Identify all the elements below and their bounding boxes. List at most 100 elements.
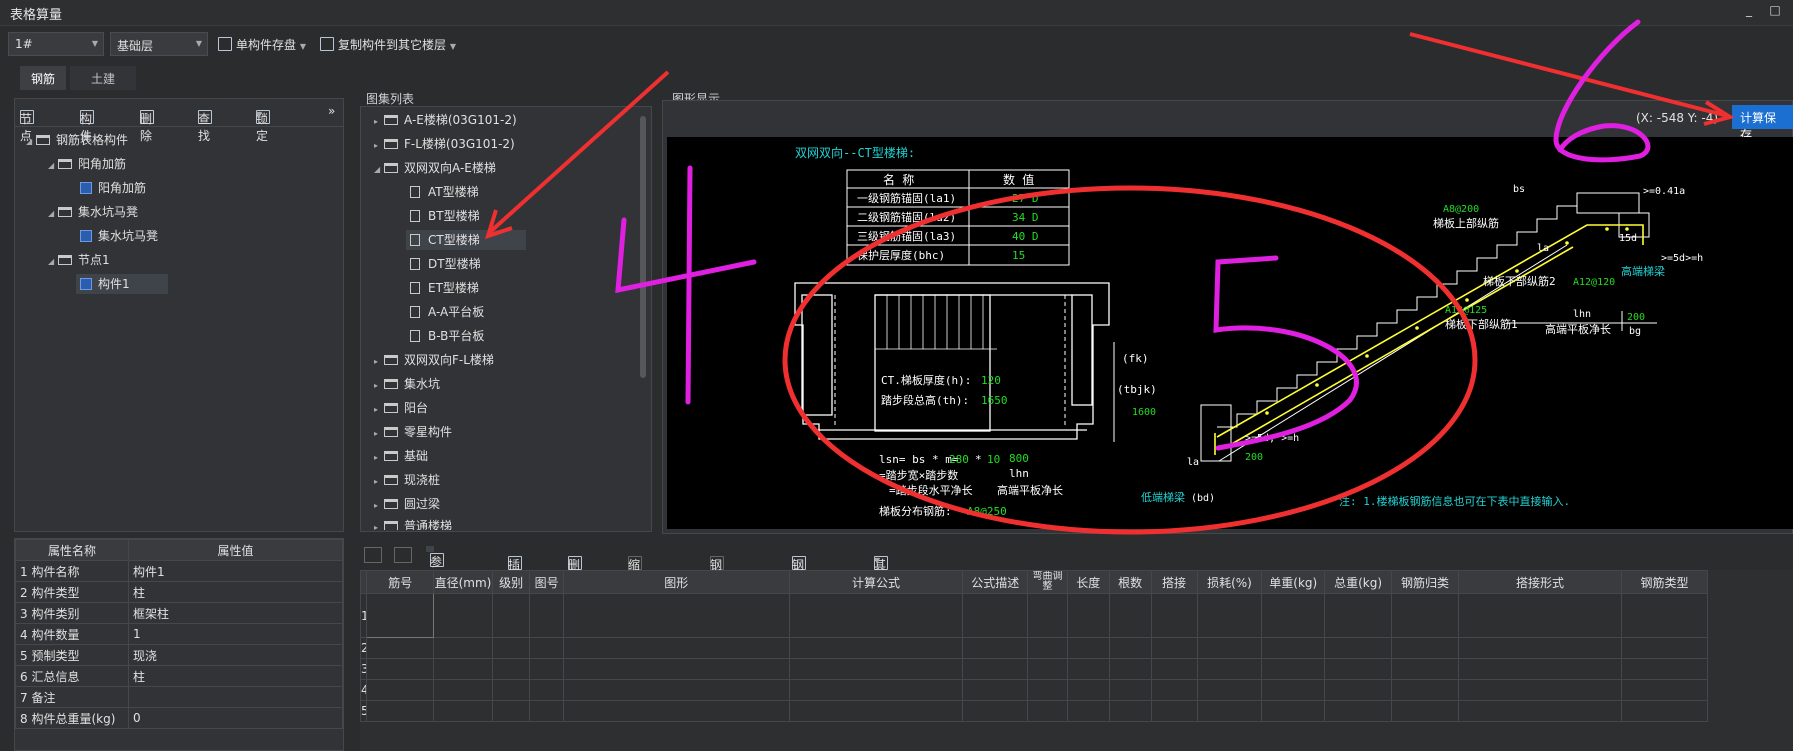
- grid-cell[interactable]: [1457, 679, 1623, 701]
- grid-cell[interactable]: [1027, 679, 1068, 701]
- grid-cell[interactable]: [1150, 700, 1198, 722]
- prop-value[interactable]: 柱: [128, 581, 343, 603]
- atlas-item[interactable]: B-B平台板: [410, 326, 484, 346]
- grid-cell[interactable]: [1066, 658, 1110, 680]
- grid-col-header[interactable]: 总重(kg): [1324, 570, 1393, 594]
- grid-cell[interactable]: [1324, 679, 1393, 701]
- grid-cell[interactable]: [1196, 700, 1263, 722]
- tree-item-sump-chair[interactable]: 集水坑马凳: [80, 226, 158, 246]
- tab-rebar[interactable]: 钢筋: [20, 66, 66, 90]
- grid-cell[interactable]: [1621, 658, 1708, 680]
- grid-cell[interactable]: [529, 658, 564, 680]
- grid-cell[interactable]: [529, 637, 564, 659]
- tree-group-node1[interactable]: ◢ 节点1: [48, 250, 110, 270]
- atlas-item[interactable]: ▸ 普通楼梯: [374, 516, 452, 530]
- prop-row[interactable]: 3 构件类别 框架柱: [15, 602, 343, 624]
- grid-cell[interactable]: [788, 658, 964, 680]
- prop-value[interactable]: 1: [128, 623, 343, 645]
- grid-cell[interactable]: [1066, 593, 1110, 638]
- calc-save-button[interactable]: 计算保存: [1732, 105, 1793, 142]
- grid-cell[interactable]: [433, 593, 493, 638]
- grid-cell[interactable]: [1261, 679, 1326, 701]
- grid-cell[interactable]: [433, 679, 493, 701]
- layer-select[interactable]: 基础层 ▼: [110, 32, 208, 56]
- atlas-item[interactable]: ◢ 双网双向A-E楼梯: [374, 158, 496, 178]
- tree-group-corner-rebar[interactable]: ◢ 阳角加筋: [48, 154, 126, 174]
- prop-row[interactable]: 7 备注: [15, 686, 343, 708]
- grid-col-header[interactable]: 钢筋类型: [1621, 570, 1708, 594]
- prop-row[interactable]: 6 汇总信息柱: [15, 665, 343, 687]
- grid-cell[interactable]: [962, 637, 1029, 659]
- grid-cell[interactable]: [1150, 679, 1198, 701]
- grid-cell[interactable]: [962, 658, 1029, 680]
- more-button[interactable]: »: [328, 104, 335, 118]
- grid-col-header[interactable]: 直径(mm): [433, 570, 493, 594]
- table-row[interactable]: 3: [359, 658, 1708, 680]
- grid-cell[interactable]: [1196, 658, 1263, 680]
- maximize-icon[interactable]: □: [1766, 3, 1784, 21]
- grid-cell[interactable]: [1108, 593, 1152, 638]
- grid-col-header[interactable]: 长度: [1066, 570, 1110, 594]
- single-save-button[interactable]: 单构件存盘 ▼: [218, 36, 306, 53]
- grid-cell[interactable]: [1261, 700, 1326, 722]
- grid-cell[interactable]: [1391, 637, 1459, 659]
- atlas-item[interactable]: DT型楼梯: [410, 254, 481, 274]
- tree-group-sump-chair[interactable]: ◢ 集水坑马凳: [48, 202, 138, 222]
- grid-cell[interactable]: [1621, 700, 1708, 722]
- grid-cell[interactable]: [491, 593, 531, 638]
- grid-col-header[interactable]: 计算公式: [788, 570, 964, 594]
- prop-value[interactable]: 现浇: [128, 644, 343, 666]
- prop-row[interactable]: 8 构件总重量(kg) 0: [15, 707, 343, 729]
- grid-col-header[interactable]: 弯曲调整: [1027, 570, 1068, 594]
- grid-cell[interactable]: [1108, 637, 1152, 659]
- atlas-item[interactable]: ▸ 零星构件: [374, 422, 452, 442]
- grid-cell[interactable]: [788, 679, 964, 701]
- atlas-item[interactable]: A-A平台板: [410, 302, 484, 322]
- grid-cell[interactable]: [1066, 700, 1110, 722]
- move-up-icon[interactable]: [364, 547, 382, 563]
- prop-row[interactable]: 5 预制类型 现浇: [15, 644, 343, 666]
- grid-col-header[interactable]: 图形: [562, 570, 790, 594]
- atlas-item[interactable]: ▸ 集水坑: [374, 374, 440, 394]
- move-down-icon[interactable]: [394, 547, 412, 563]
- atlas-item-selected[interactable]: CT型楼梯: [406, 230, 526, 250]
- grid-cell[interactable]: [1196, 637, 1263, 659]
- atlas-item[interactable]: ▸ 现浇桩: [374, 470, 440, 490]
- prop-row[interactable]: 2 构件类型柱: [15, 581, 343, 603]
- prop-value[interactable]: 0: [128, 707, 343, 729]
- grid-cell[interactable]: [1457, 637, 1623, 659]
- grid-cell[interactable]: [1027, 637, 1068, 659]
- atlas-item[interactable]: BT型楼梯: [410, 206, 480, 226]
- grid-cell[interactable]: [1150, 593, 1198, 638]
- grid-cell[interactable]: [1196, 679, 1263, 701]
- grid-cell[interactable]: [1261, 637, 1326, 659]
- grid-cell[interactable]: [529, 593, 564, 638]
- tab-civil[interactable]: 土建: [70, 66, 136, 90]
- prop-value[interactable]: 框架柱: [128, 602, 343, 624]
- grid-cell[interactable]: [1261, 658, 1326, 680]
- grid-cell[interactable]: [788, 700, 964, 722]
- grid-col-header[interactable]: 图号: [529, 570, 564, 594]
- grid-cell[interactable]: [366, 637, 435, 659]
- grid-cell[interactable]: [366, 679, 435, 701]
- atlas-item[interactable]: ▸ 阳台: [374, 398, 428, 418]
- table-row[interactable]: 1: [359, 593, 1708, 638]
- grid-cell[interactable]: [433, 637, 493, 659]
- grid-col-header[interactable]: 钢筋归类: [1391, 570, 1459, 594]
- grid-cell[interactable]: [962, 679, 1029, 701]
- grid-cell[interactable]: [788, 637, 964, 659]
- grid-col-header[interactable]: 损耗(%): [1196, 570, 1263, 594]
- grid-cell[interactable]: [1621, 593, 1708, 638]
- atlas-item[interactable]: ▸ 基础: [374, 446, 428, 466]
- cad-canvas[interactable]: 双网双向--CT型楼梯: 名 称 数 值 一级钢筋锚固(la1) 27 D 二级…: [667, 137, 1793, 529]
- grid-cell[interactable]: [1457, 658, 1623, 680]
- grid-cell[interactable]: [562, 658, 790, 680]
- atlas-item[interactable]: ▸ 双网双向F-L楼梯: [374, 350, 494, 370]
- table-row[interactable]: 5: [359, 700, 1708, 722]
- grid-cell[interactable]: [1324, 658, 1393, 680]
- grid-cell[interactable]: [1196, 593, 1263, 638]
- grid-cell[interactable]: [562, 593, 790, 638]
- grid-cell[interactable]: [366, 658, 435, 680]
- grid-cell[interactable]: [491, 679, 531, 701]
- grid-cell[interactable]: [1150, 637, 1198, 659]
